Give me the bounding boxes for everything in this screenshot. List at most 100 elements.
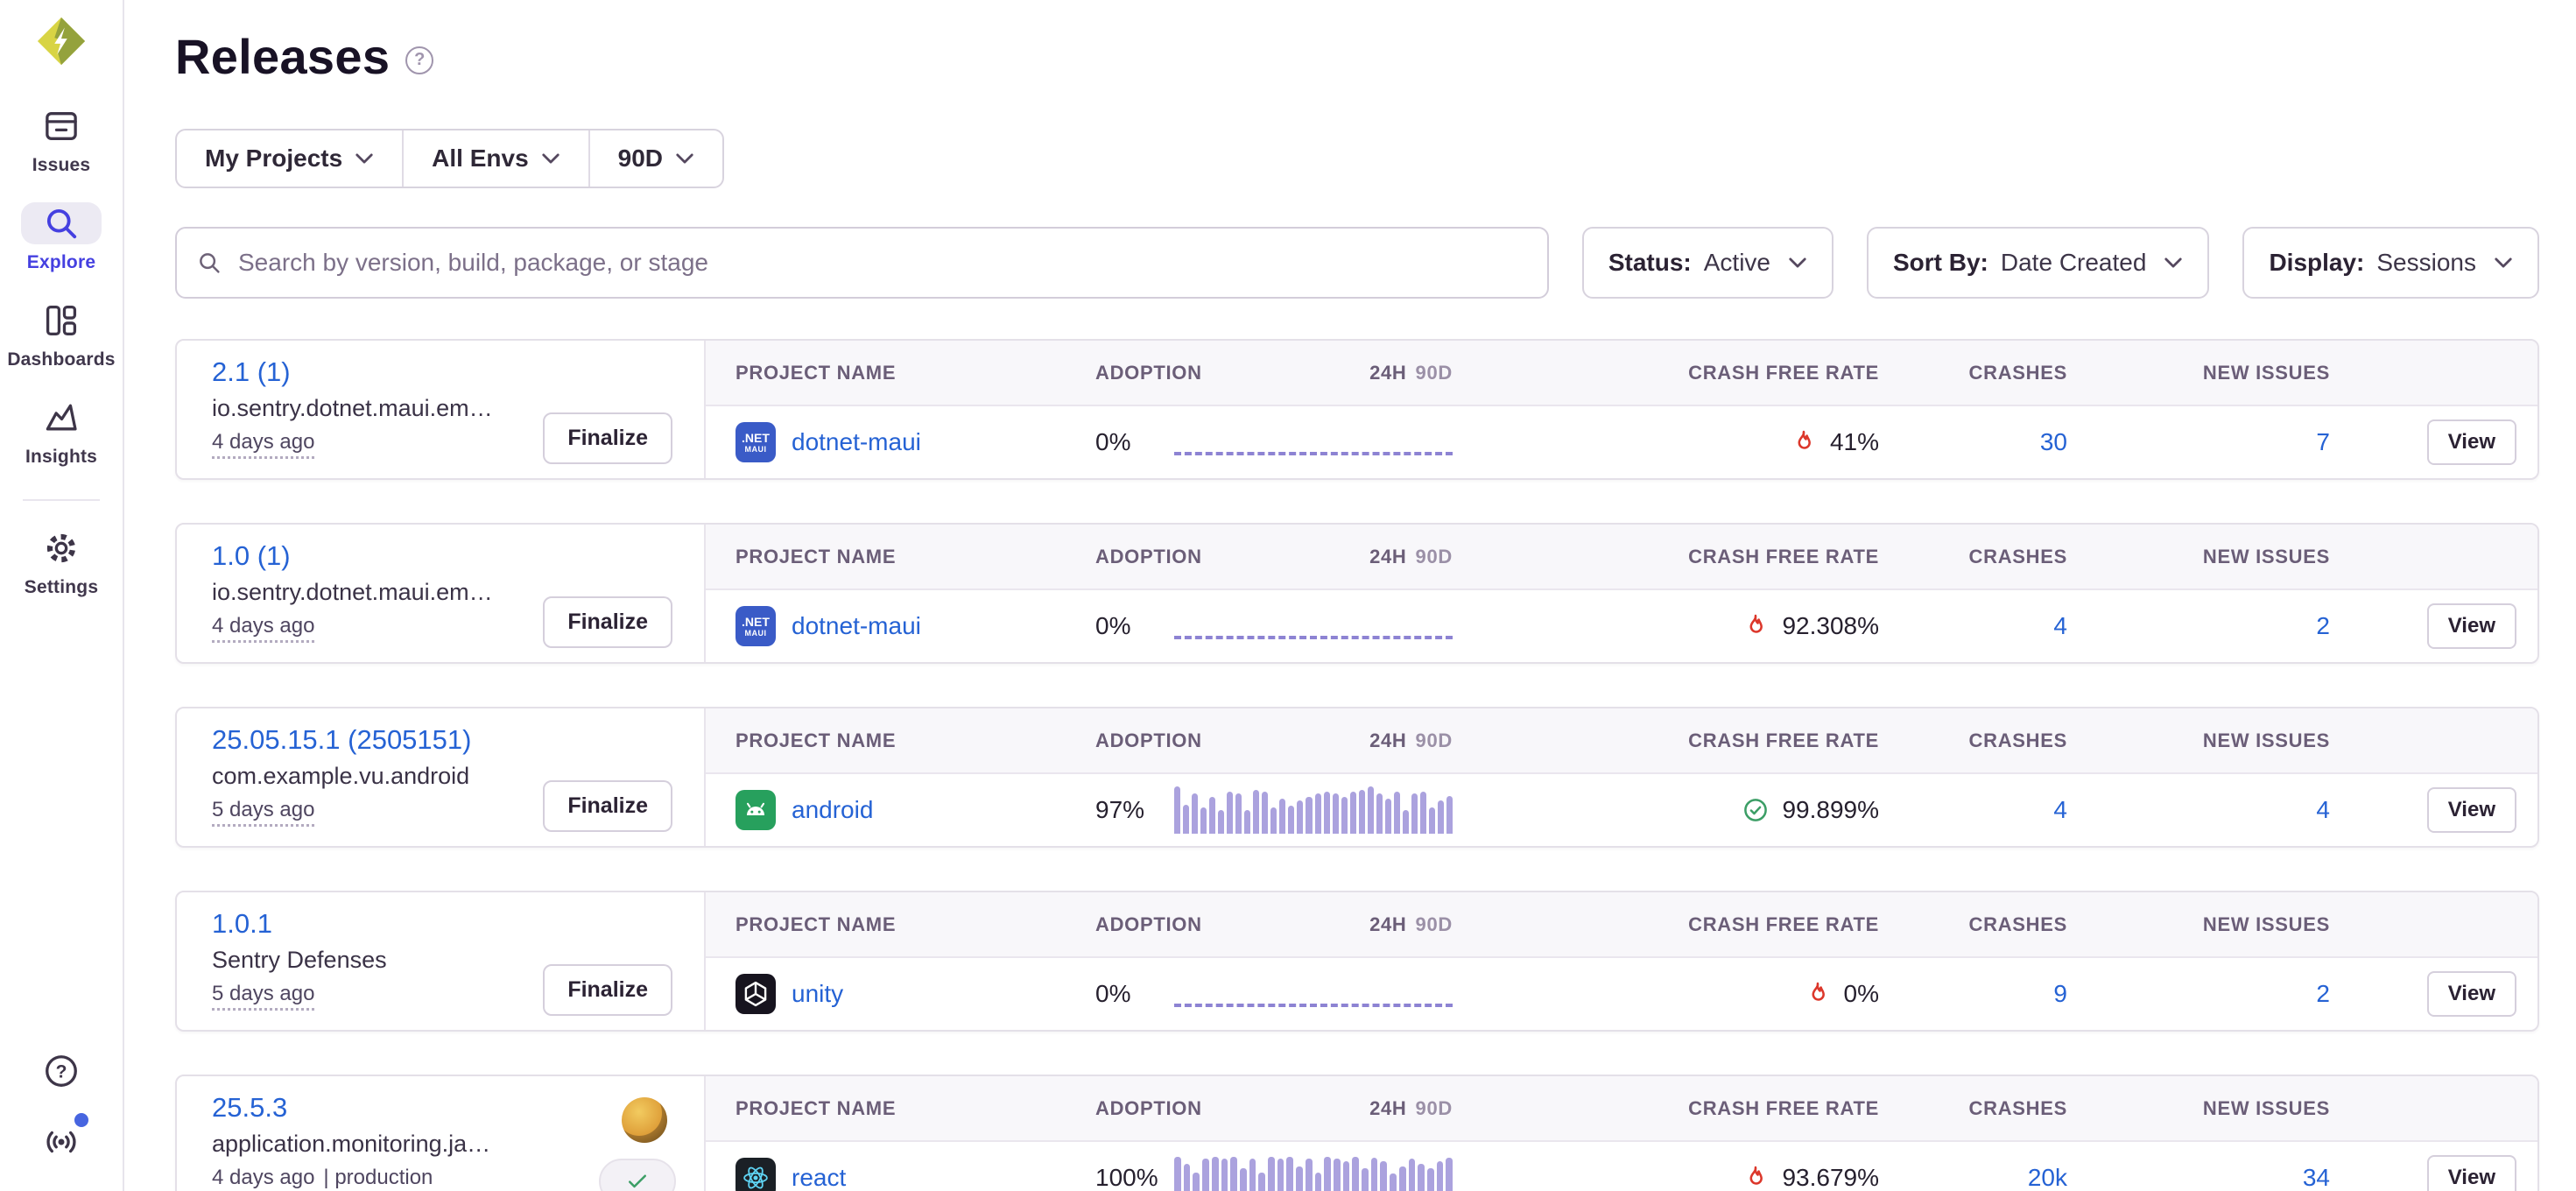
col-crash-free-rate: CRASH FREE RATE (1453, 729, 1879, 752)
release-version-link[interactable]: 25.05.15.1 (2505151) (212, 724, 471, 756)
col-24h[interactable]: 24H (1369, 729, 1406, 752)
sort-value: Date Created (2001, 249, 2147, 277)
sidebar-item-explore[interactable]: Explore (21, 202, 102, 273)
project-filter-dropdown[interactable]: My Projects (177, 130, 402, 187)
new-issues-link[interactable]: 34 (2303, 1164, 2330, 1191)
adoption-chart[interactable] (1174, 603, 1453, 650)
crashes-link[interactable]: 30 (2040, 428, 2067, 455)
sidebar-item-dashboards[interactable]: Dashboards (7, 300, 115, 370)
release-created[interactable]: 4 days ago (212, 430, 314, 459)
view-button[interactable]: View (2427, 1155, 2516, 1191)
col-24h[interactable]: 24H (1369, 913, 1406, 936)
release-version-link[interactable]: 2.1 (1) (212, 356, 291, 388)
crash-free-rate-value: 92.308% (1782, 612, 1879, 640)
help-icon[interactable]: ? (43, 1053, 80, 1094)
display-dropdown[interactable]: Display: Sessions (2242, 227, 2539, 299)
new-issues-link[interactable]: 2 (2316, 612, 2330, 639)
adoption-chart[interactable] (1174, 970, 1453, 1018)
table-row: unity 0% 0% 9 2 View (706, 958, 2537, 1030)
table-row: react 100% 93.679% 20k 34 Vi (706, 1142, 2537, 1191)
sidebar-item-settings[interactable]: Settings (25, 527, 98, 598)
col-24h[interactable]: 24H (1369, 1097, 1406, 1120)
project-link[interactable]: react (792, 1164, 846, 1191)
col-90d[interactable]: 90D (1416, 913, 1453, 936)
crash-free-rate-value: 93.679% (1782, 1164, 1879, 1191)
release-created[interactable]: 5 days ago (212, 798, 314, 827)
unity-icon (735, 974, 776, 1014)
crash-free-rate-value: 41% (1830, 428, 1879, 456)
adoption-chart[interactable] (1174, 419, 1453, 466)
new-issues-link[interactable]: 7 (2316, 428, 2330, 455)
search-input[interactable] (175, 227, 1549, 299)
finalize-button[interactable]: Finalize (543, 780, 672, 832)
fire-icon (1742, 1164, 1770, 1191)
fire-icon (1742, 612, 1770, 640)
release-version-link[interactable]: 1.0 (1) (212, 540, 291, 572)
sidebar-item-issues[interactable]: Issues (32, 105, 91, 176)
release-environment: | production (323, 1166, 433, 1190)
project-link[interactable]: dotnet-maui (792, 612, 921, 640)
project-filter-label: My Projects (205, 144, 342, 173)
adoption-value: 100% (1095, 1164, 1174, 1191)
search-icon (21, 202, 102, 244)
release-summary: 25.05.15.1 (2505151) com.example.vu.andr… (177, 708, 706, 846)
crashes-link[interactable]: 4 (2053, 612, 2067, 639)
crashes-link[interactable]: 4 (2053, 796, 2067, 823)
sidebar-item-insights[interactable]: Insights (25, 397, 97, 468)
sort-by-dropdown[interactable]: Sort By: Date Created (1867, 227, 2209, 299)
col-new-issues: NEW ISSUES (2067, 1097, 2330, 1120)
col-90d[interactable]: 90D (1416, 729, 1453, 752)
avatar[interactable] (622, 1097, 667, 1143)
view-button[interactable]: View (2427, 603, 2516, 649)
adoption-value: 0% (1095, 428, 1174, 456)
release-version-link[interactable]: 1.0.1 (212, 908, 272, 940)
release-created[interactable]: 4 days ago (212, 614, 314, 643)
sidebar-item-label: Dashboards (7, 349, 115, 370)
whats-new-icon[interactable] (43, 1124, 80, 1165)
col-90d[interactable]: 90D (1416, 1097, 1453, 1120)
page-title: Releases (175, 28, 390, 85)
col-90d[interactable]: 90D (1416, 362, 1453, 384)
release-card: 25.05.15.1 (2505151) com.example.vu.andr… (175, 707, 2539, 848)
col-24h[interactable]: 24H (1369, 362, 1406, 384)
react-icon (735, 1158, 776, 1191)
col-period: 24H 90D (1174, 729, 1453, 752)
release-created[interactable]: 5 days ago (212, 982, 314, 1011)
project-link[interactable]: dotnet-maui (792, 428, 921, 456)
org-logo[interactable] (36, 16, 87, 67)
finalized-badge (599, 1159, 676, 1191)
crashes-link[interactable]: 9 (2053, 980, 2067, 1007)
adoption-chart[interactable] (1174, 786, 1453, 834)
release-card: 1.0 (1) io.sentry.dotnet.maui.em… 4 days… (175, 523, 2539, 664)
new-issues-link[interactable]: 2 (2316, 980, 2330, 1007)
table-header: PROJECT NAME ADOPTION 24H 90D CRASH FREE… (706, 341, 2537, 406)
col-90d[interactable]: 90D (1416, 546, 1453, 568)
date-range-dropdown[interactable]: 90D (588, 130, 722, 187)
col-24h[interactable]: 24H (1369, 546, 1406, 568)
settings-icon (42, 527, 81, 569)
col-crash-free-rate: CRASH FREE RATE (1453, 546, 1879, 568)
finalize-button[interactable]: Finalize (543, 412, 672, 464)
release-project-table: PROJECT NAME ADOPTION 24H 90D CRASH FREE… (706, 1076, 2537, 1191)
release-version-link[interactable]: 25.5.3 (212, 1092, 287, 1124)
view-button[interactable]: View (2427, 419, 2516, 465)
project-link[interactable]: android (792, 796, 873, 824)
environment-filter-dropdown[interactable]: All Envs (402, 130, 588, 187)
view-button[interactable]: View (2427, 971, 2516, 1017)
table-row: .NET MAUI dotnet-maui 0% (706, 590, 2537, 662)
status-dropdown[interactable]: Status: Active (1582, 227, 1833, 299)
title-help-icon[interactable]: ? (405, 46, 433, 74)
new-issues-link[interactable]: 4 (2316, 796, 2330, 823)
col-crash-free-rate: CRASH FREE RATE (1453, 362, 1879, 384)
view-button[interactable]: View (2427, 787, 2516, 833)
release-created[interactable]: 4 days ago (212, 1166, 314, 1191)
fire-icon (1790, 428, 1818, 456)
project-link[interactable]: unity (792, 980, 843, 1008)
crashes-link[interactable]: 20k (2028, 1164, 2067, 1191)
finalize-button[interactable]: Finalize (543, 964, 672, 1016)
crash-free-rate-value: 0% (1844, 980, 1879, 1008)
adoption-chart[interactable] (1174, 1154, 1453, 1191)
finalize-button[interactable]: Finalize (543, 596, 672, 648)
release-package: application.monitoring.ja… (212, 1131, 672, 1158)
col-adoption: ADOPTION (1095, 913, 1174, 936)
